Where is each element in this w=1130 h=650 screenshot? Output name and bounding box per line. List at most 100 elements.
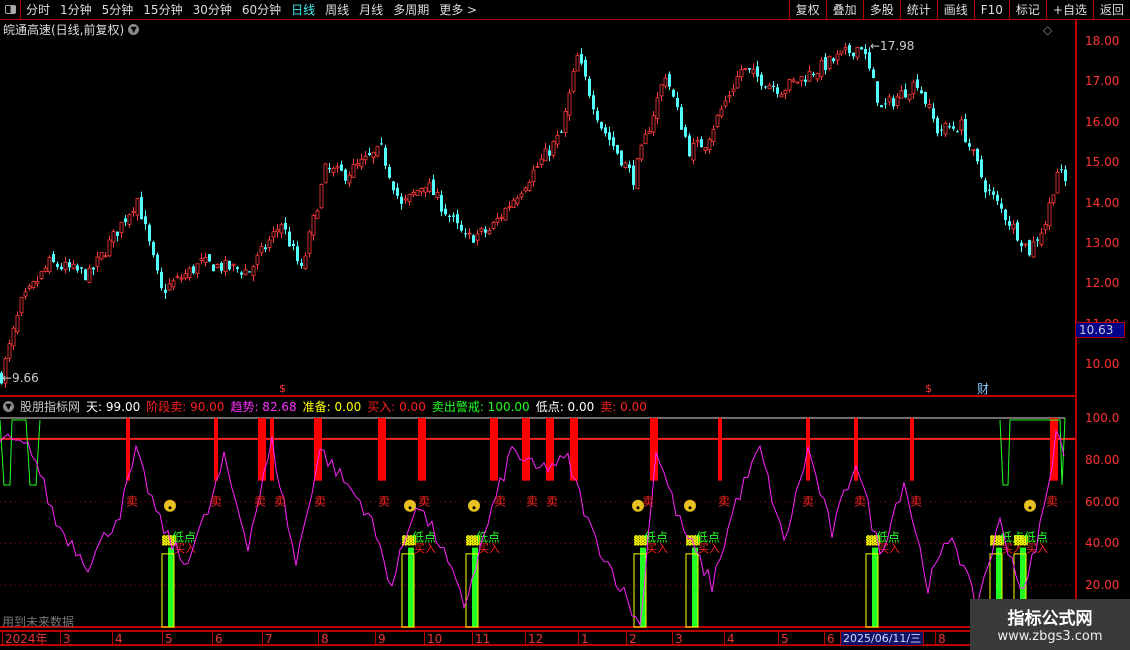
candle-body bbox=[832, 58, 835, 62]
diamond-icon: ◇ bbox=[1043, 23, 1053, 37]
candle-body bbox=[535, 165, 540, 168]
candle-body bbox=[39, 271, 44, 279]
low-bar bbox=[472, 547, 478, 627]
candle-body bbox=[223, 259, 228, 272]
candle-body bbox=[551, 141, 556, 156]
candle-body bbox=[727, 95, 732, 98]
candle-body bbox=[872, 69, 875, 79]
candle-body bbox=[772, 85, 775, 87]
surprised-face-icon bbox=[684, 499, 696, 512]
candle-body bbox=[292, 243, 295, 247]
time-label: 4 bbox=[112, 632, 123, 646]
candle-body bbox=[976, 148, 979, 162]
candle-body bbox=[555, 134, 560, 145]
candle-body bbox=[23, 291, 28, 297]
candle-body bbox=[936, 117, 939, 134]
candle-body bbox=[208, 254, 211, 262]
candle-body bbox=[267, 239, 272, 248]
candle-body bbox=[596, 110, 599, 121]
current-price-label: 10.63 bbox=[1075, 322, 1125, 338]
candle-body bbox=[323, 163, 328, 184]
candle-body bbox=[80, 267, 83, 269]
candle-body bbox=[839, 50, 844, 55]
candle-body bbox=[467, 232, 472, 235]
low-price-label: ←9.66 bbox=[2, 371, 39, 385]
candle-body bbox=[71, 263, 76, 269]
candle-body bbox=[563, 111, 568, 134]
candle-body bbox=[303, 255, 308, 269]
candle-body bbox=[884, 103, 887, 105]
candle-body bbox=[400, 196, 403, 204]
price-tick: 17.00 bbox=[1085, 74, 1120, 89]
surprised-face-icon bbox=[404, 499, 416, 512]
candle-body bbox=[739, 69, 744, 78]
candle-body bbox=[351, 164, 356, 178]
candle-body bbox=[940, 129, 943, 131]
price-tick: 10.00 bbox=[1085, 357, 1120, 372]
time-label: 4 bbox=[724, 632, 735, 646]
candle-body bbox=[167, 283, 172, 291]
candle-body bbox=[199, 258, 204, 261]
sell-bar bbox=[718, 418, 722, 481]
candle-body bbox=[1060, 169, 1063, 171]
candle-body bbox=[743, 68, 748, 70]
low-bar bbox=[168, 547, 174, 627]
indicator-value: 准备: 0.00 bbox=[302, 400, 362, 414]
candle-body bbox=[807, 70, 812, 82]
kline-chart[interactable]: ←17.98←9.66$ $ 财◇▓▓低点买入▓▓低点买入▓▓低点买入▓▓低点买入▓… bbox=[0, 0, 1130, 650]
candle-body bbox=[580, 54, 583, 64]
candle-body bbox=[192, 266, 195, 274]
candle-body bbox=[423, 187, 428, 193]
sell-label: 卖 bbox=[418, 495, 430, 509]
candle-body bbox=[911, 81, 916, 95]
candle-body bbox=[992, 191, 995, 195]
time-label: 2 bbox=[626, 632, 637, 646]
candle-body bbox=[407, 193, 412, 202]
candle-body bbox=[279, 224, 284, 234]
candle-body bbox=[152, 242, 155, 256]
candle-body bbox=[592, 95, 595, 110]
chevron-down-icon[interactable]: ▼ bbox=[3, 401, 14, 412]
candle-body bbox=[719, 108, 724, 117]
indicator-name: 股朋指标网 bbox=[20, 400, 81, 414]
candle-body bbox=[684, 127, 687, 137]
candle-body bbox=[475, 233, 480, 241]
candle-body bbox=[363, 155, 368, 161]
sell-warning-line bbox=[0, 419, 41, 486]
candle-body bbox=[448, 215, 451, 217]
candle-body bbox=[795, 81, 800, 84]
candle-body bbox=[195, 263, 200, 275]
candle-body bbox=[904, 89, 907, 98]
candle-body bbox=[584, 59, 587, 77]
candle-body bbox=[560, 131, 563, 133]
sell-bar bbox=[214, 418, 218, 481]
candle-body bbox=[1004, 209, 1007, 220]
surprised-face-icon bbox=[1024, 499, 1036, 512]
candle-body bbox=[444, 208, 447, 215]
candle-body bbox=[731, 88, 736, 93]
candle-body bbox=[460, 224, 463, 231]
candle-body bbox=[344, 169, 347, 181]
candle-body bbox=[148, 224, 151, 242]
candle-body bbox=[156, 254, 159, 271]
candle-body bbox=[92, 267, 95, 270]
candle-body bbox=[248, 271, 251, 273]
candle-body bbox=[523, 187, 528, 192]
candle-body bbox=[411, 192, 416, 196]
indicator-value: 天: 99.00 bbox=[86, 400, 141, 414]
candle-body bbox=[895, 96, 900, 107]
candle-body bbox=[852, 52, 855, 57]
candle-body bbox=[864, 48, 867, 55]
candle-body bbox=[507, 205, 512, 208]
face-mouth bbox=[1028, 506, 1032, 510]
candle-body bbox=[464, 233, 467, 235]
sell-bar bbox=[126, 418, 130, 481]
face-mouth bbox=[636, 506, 640, 510]
sell-bar bbox=[522, 418, 530, 481]
candle-body bbox=[695, 140, 700, 143]
candle-body bbox=[131, 210, 136, 213]
time-label: 12 bbox=[525, 632, 543, 646]
low-bar bbox=[692, 547, 698, 627]
candle-body bbox=[47, 257, 52, 273]
candle-body bbox=[160, 271, 163, 289]
